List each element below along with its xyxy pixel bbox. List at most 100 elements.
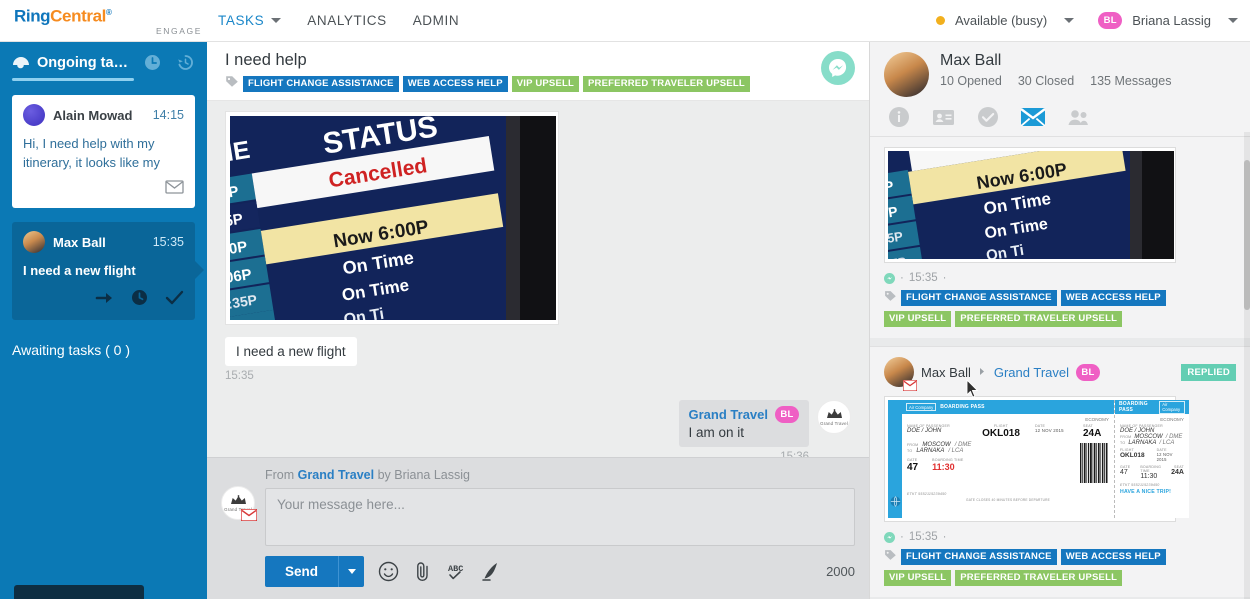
avatar (23, 104, 45, 126)
user-name-label[interactable]: Briana Lassig (1132, 13, 1211, 28)
history-icon[interactable] (177, 54, 194, 71)
list-item[interactable]: Max Ball 15:35 I need a new flight (12, 222, 204, 320)
boarding-pass-stub: BOARDING PASS Air Company ECONOMY NAME O… (1114, 400, 1189, 518)
messenger-icon[interactable] (821, 51, 855, 85)
composer-from-org[interactable]: Grand Travel (298, 468, 374, 482)
sidebar-tab-ongoing[interactable]: Ongoing ta… (12, 55, 128, 71)
task-timestamp: 14:15 (152, 108, 184, 122)
history-card-header: Max Ball Grand Travel BL REPLIED (884, 357, 1236, 392)
header-right-controls: Available (busy) BL Briana Lassig (935, 12, 1250, 29)
send-options-dropdown[interactable] (338, 556, 365, 587)
contact-card-icon[interactable] (932, 106, 955, 128)
message-timestamp: 15:36 (780, 451, 809, 457)
message-attachment-card[interactable]: TIME STATUS 4:25P Cancelled 7:35P 5:40P … (225, 111, 559, 325)
stub-ticket-number: ETKT 5552115239450 (1120, 483, 1160, 487)
history-attachment[interactable]: Air Company BOARDING PASS ECONOMY NAME O… (884, 396, 1189, 522)
conversation-header: I need help FLIGHT CHANGE ASSISTANCE WEB… (207, 42, 869, 101)
clock-icon[interactable] (144, 54, 161, 71)
message-input[interactable]: Your message here... (265, 488, 855, 546)
bp-seat-block: SEAT 24A (1083, 424, 1109, 439)
status-badge[interactable]: VIP UPSELL (511, 76, 580, 92)
bp-flight-block: FLIGHT OKL018 (975, 424, 1027, 439)
envelope-icon[interactable] (165, 180, 184, 199)
forward-icon[interactable] (95, 291, 114, 310)
spellcheck-icon[interactable]: ABC (446, 561, 467, 582)
boarding-pass-image: Air Company BOARDING PASS ECONOMY NAME O… (888, 400, 1189, 518)
stub-to-label: TO (1120, 441, 1126, 445)
boarding-pass-class: ECONOMY (1085, 417, 1109, 422)
boarding-pass-title: BOARDING PASS (940, 404, 985, 410)
tag-icon (225, 75, 239, 93)
nav-tab-analytics[interactable]: ANALYTICS (307, 13, 386, 28)
people-icon[interactable] (1067, 106, 1090, 128)
contact-text: Max Ball 10 Opened 30 Closed 135 Message… (940, 52, 1171, 88)
agent-initials-badge: BL (775, 406, 799, 423)
scrollbar-thumb[interactable] (1244, 160, 1250, 310)
nav-tab-tasks[interactable]: TASKS (218, 13, 282, 28)
avatar (23, 231, 45, 253)
status-badge[interactable]: PREFERRED TRAVELER UPSELL (955, 311, 1123, 327)
status-badge[interactable]: FLIGHT CHANGE ASSISTANCE (243, 76, 399, 92)
task-preview-text: I need a new flight (23, 263, 136, 278)
history-tags: FLIGHT CHANGE ASSISTANCE WEB ACCESS HELP… (884, 289, 1236, 327)
stub-gate-block: GATE 47 (1120, 465, 1130, 480)
availability-status-label[interactable]: Available (busy) (955, 13, 1047, 28)
history-meta: · 15:35 · (884, 531, 1236, 543)
composer-from-line: From Grand Travel by Briana Lassig (265, 468, 855, 482)
user-initials-badge: BL (1098, 12, 1123, 29)
character-counter: 2000 (826, 564, 855, 579)
send-button[interactable]: Send (265, 556, 365, 587)
logo-ring-text: Ring (14, 6, 51, 26)
history-attachment[interactable]: ed 5:40P On Time 5:06P Now 6:00P 7 (884, 147, 1176, 263)
status-badge[interactable]: FLIGHT CHANGE ASSISTANCE (901, 290, 1057, 306)
flight-status-board-thumbnail: ed 5:40P On Time 5:06P Now 6:00P 7 (888, 151, 1174, 259)
outgoing-message-text: I am on it (688, 425, 745, 440)
signature-icon[interactable] (481, 561, 500, 582)
stub-boarding-value: 11:30 (1140, 473, 1158, 480)
composer-from-suffix: by Briana Lassig (377, 468, 470, 482)
user-menu-chevron-down-icon[interactable] (1228, 18, 1238, 23)
status-badge[interactable]: PREFERRED TRAVELER UPSELL (955, 570, 1123, 586)
message-thread[interactable]: TIME STATUS 4:25P Cancelled 7:35P 5:40P … (207, 101, 869, 457)
bp-flight-value: OKL018 (982, 428, 1020, 439)
awaiting-tasks-label[interactable]: Awaiting tasks ( 0 ) (0, 320, 207, 358)
bp-boarding-value: 11:30 (932, 462, 955, 472)
bp-from-label: FROM (907, 443, 919, 447)
check-circle-icon[interactable] (977, 106, 999, 128)
globe-icon (890, 494, 901, 512)
status-dot-icon (935, 16, 945, 25)
mail-icon[interactable] (1021, 106, 1045, 128)
status-badge[interactable]: VIP UPSELL (884, 311, 952, 327)
status-badge[interactable]: WEB ACCESS HELP (402, 76, 508, 92)
attachment-icon[interactable] (413, 561, 432, 582)
status-badge[interactable]: PREFERRED TRAVELER UPSELL (583, 76, 750, 92)
clock-icon[interactable] (131, 289, 148, 311)
history-to-org: Grand Travel (993, 364, 1070, 380)
history-time-value: 15:35 (908, 531, 938, 543)
bp-boarding-block: BOARDING TIME 11:30 (932, 458, 963, 472)
task-card-actions (23, 289, 184, 311)
history-card[interactable]: ed 5:40P On Time 5:06P Now 6:00P 7 (870, 136, 1250, 338)
status-badge[interactable]: VIP UPSELL (884, 570, 952, 586)
stub-to-value: LARNAKA (1128, 440, 1157, 446)
emoji-icon[interactable] (378, 561, 399, 582)
status-badge[interactable]: WEB ACCESS HELP (1060, 290, 1166, 306)
status-badge[interactable]: WEB ACCESS HELP (1060, 549, 1166, 565)
nav-tab-admin[interactable]: ADMIN (413, 13, 460, 28)
list-item[interactable]: Alain Mowad 14:15 Hi, I need help with m… (12, 95, 195, 208)
conversation-header-text: I need help FLIGHT CHANGE ASSISTANCE WEB… (225, 51, 750, 93)
check-icon[interactable] (165, 290, 184, 310)
messenger-channel-icon (884, 272, 895, 284)
stub-passenger-block: NAME OF PASSENGER DOE / JOHN FROM MOSCOW… (1115, 422, 1189, 495)
status-chevron-down-icon[interactable] (1064, 18, 1075, 23)
status-badge: REPLIED (1181, 363, 1236, 381)
info-icon[interactable] (888, 106, 910, 128)
svg-text:ABC: ABC (448, 564, 463, 574)
conversation-tags: FLIGHT CHANGE ASSISTANCE WEB ACCESS HELP… (225, 75, 750, 93)
logo-central-text: Central (50, 6, 106, 26)
history-card[interactable]: Max Ball Grand Travel BL REPLIED Air Com… (870, 346, 1250, 597)
status-badge[interactable]: FLIGHT CHANGE ASSISTANCE (901, 549, 1057, 565)
main-navigation: TASKS ANALYTICS ADMIN (218, 13, 459, 28)
app-logo[interactable]: RingCentral® ENGAGE (0, 5, 210, 36)
contact-stats: 10 Opened 30 Closed 135 Messages (940, 74, 1171, 88)
